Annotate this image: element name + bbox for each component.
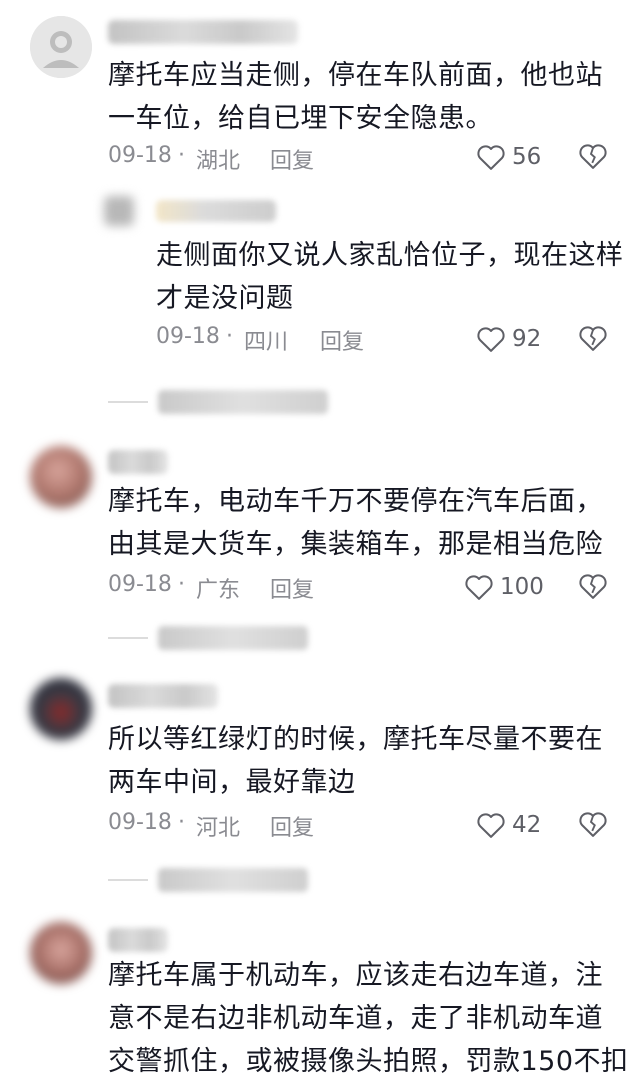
- avatar[interactable]: [30, 446, 92, 508]
- comment-meta: 09-18 · 湖北 回复: [108, 143, 358, 175]
- expand-replies-link[interactable]: [108, 868, 328, 892]
- heart-outline-icon: [477, 327, 505, 352]
- meta-separator: ·: [178, 572, 185, 597]
- expand-text-blurred: [158, 868, 308, 892]
- comment-meta: 09-18 · 广东 回复: [108, 572, 358, 604]
- meta-separator: ·: [178, 143, 185, 168]
- heart-outline-icon: [465, 575, 493, 600]
- expand-text-blurred: [158, 390, 328, 414]
- expand-replies-link[interactable]: [108, 390, 328, 414]
- comment-date: 09-18: [108, 810, 172, 835]
- reply-button[interactable]: 回复: [270, 810, 314, 842]
- divider-dash: [108, 637, 148, 639]
- like-button[interactable]: 100: [464, 572, 544, 602]
- like-count: 56: [512, 144, 542, 170]
- username-blurred[interactable]: [108, 928, 168, 952]
- meta-separator: ·: [178, 810, 185, 835]
- comment-location: 广东: [196, 578, 241, 603]
- expand-text-blurred: [158, 626, 308, 650]
- dislike-button[interactable]: [578, 324, 608, 352]
- comment-date: 09-18: [156, 324, 220, 349]
- username-blurred[interactable]: [108, 450, 168, 474]
- dislike-button[interactable]: [578, 810, 608, 838]
- comment-location: 湖北: [196, 149, 241, 174]
- expand-replies-link[interactable]: [108, 626, 328, 650]
- comment-date: 09-18: [108, 143, 172, 168]
- comment-text: 摩托车应当走侧，停在车队前面，他也站 一车位，给自已埋下安全隐患。: [108, 60, 603, 134]
- broken-heart-icon: [579, 326, 607, 351]
- like-count: 92: [512, 326, 542, 352]
- comment-location: 河北: [196, 816, 241, 841]
- avatar[interactable]: [30, 922, 92, 984]
- broken-heart-icon: [579, 812, 607, 837]
- comment-text: 所以等红绿灯的时候，摩托车尽量不要在 两车中间，最好靠边: [108, 724, 603, 798]
- meta-separator: ·: [226, 324, 233, 349]
- heart-outline-icon: [477, 813, 505, 838]
- comment-text: 走侧面你又说人家乱恰位子，现在这样 才是没问题: [156, 240, 624, 314]
- dislike-button[interactable]: [578, 572, 608, 600]
- comment-meta: 09-18 · 河北 回复: [108, 810, 358, 842]
- username-blurred[interactable]: [108, 684, 218, 708]
- comment-text: 摩托车属于机动车，应该走右边车道，注 意不是右边非机动车道，走了非机动车道 交警…: [108, 960, 629, 1077]
- like-button[interactable]: 42: [476, 810, 541, 840]
- avatar[interactable]: [104, 196, 134, 226]
- comment-meta: 09-18 · 四川 回复: [156, 324, 406, 356]
- like-count: 42: [512, 812, 542, 838]
- broken-heart-icon: [579, 144, 607, 169]
- like-button[interactable]: 92: [476, 324, 541, 354]
- like-button[interactable]: 56: [476, 142, 541, 172]
- username-blurred[interactable]: [108, 20, 298, 44]
- username-blurred[interactable]: [156, 200, 276, 222]
- comment-location: 四川: [244, 330, 289, 355]
- comment-date: 09-18: [108, 572, 172, 597]
- avatar[interactable]: [30, 678, 92, 740]
- reply-button[interactable]: 回复: [270, 572, 314, 604]
- reply-button[interactable]: 回复: [270, 143, 314, 175]
- dislike-button[interactable]: [578, 142, 608, 170]
- comment-text: 摩托车，电动车千万不要停在汽车后面， 由其是大货车，集装箱车，那是相当危险: [108, 486, 603, 560]
- avatar[interactable]: [30, 16, 92, 78]
- like-count: 100: [500, 574, 544, 600]
- divider-dash: [108, 401, 148, 403]
- broken-heart-icon: [579, 574, 607, 599]
- heart-outline-icon: [477, 145, 505, 170]
- default-avatar-icon: [30, 16, 92, 78]
- divider-dash: [108, 879, 148, 881]
- reply-button[interactable]: 回复: [320, 324, 364, 356]
